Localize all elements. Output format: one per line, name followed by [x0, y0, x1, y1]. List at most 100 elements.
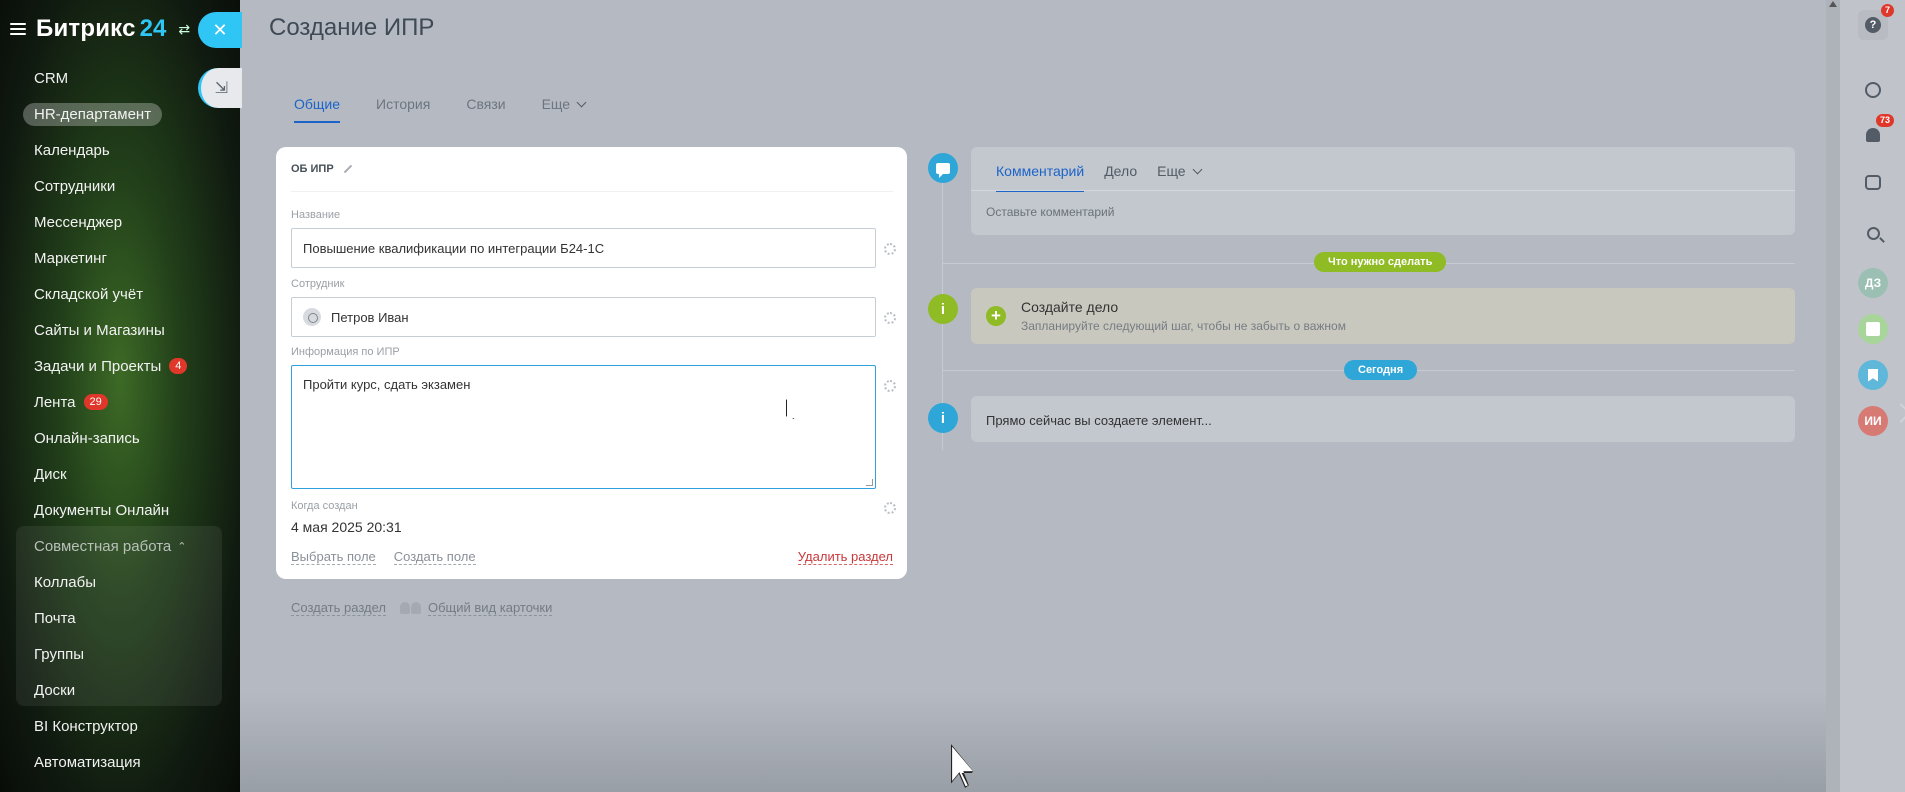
sidebar-item-label: Документы Онлайн — [34, 501, 170, 519]
resize-handle[interactable] — [866, 479, 873, 486]
copilot-button[interactable] — [1858, 75, 1888, 105]
sidebar-item-label: HR-департамент — [23, 102, 163, 126]
sidebar-item-label: Мессенджер — [34, 213, 123, 231]
sidebar-item-label: CRM — [34, 69, 69, 87]
notifications-button[interactable]: 73 — [1858, 114, 1894, 150]
chat-button[interactable] — [1858, 167, 1888, 197]
question-icon: ? — [1865, 17, 1881, 33]
tab-deal[interactable]: Дело — [1104, 163, 1137, 192]
brand-name: Битрикс — [36, 15, 136, 42]
sidebar-item-boards[interactable]: Доски — [0, 672, 240, 708]
divider — [971, 190, 1795, 191]
employee-label: Сотрудник — [291, 278, 345, 290]
tab-links[interactable]: Связи — [466, 96, 505, 123]
card-header: ОБ ИПР — [291, 163, 352, 175]
chevron-right-icon[interactable] — [1891, 403, 1905, 423]
employee-field[interactable]: Петров Иван — [291, 297, 876, 337]
chevron-up-icon: ⌃ — [177, 540, 187, 553]
tab-more-label: Еще — [541, 96, 571, 112]
divider — [291, 191, 893, 192]
gear-icon[interactable] — [884, 243, 896, 255]
brand[interactable]: Битрикс 24 ⇄ — [10, 14, 190, 44]
todo-title: Создайте дело — [1021, 299, 1119, 315]
tasks-badge: 4 — [169, 358, 188, 374]
sidebar-item-label: BI Конструктор — [34, 717, 138, 735]
ipr-card: ОБ ИПР Название Повышение квалификации п… — [276, 147, 907, 579]
name-field[interactable]: Повышение квалификации по интеграции Б24… — [291, 228, 876, 268]
tab-comment-more[interactable]: Еще — [1157, 163, 1201, 192]
sidebar-item-label: Задачи и Проекты — [34, 357, 162, 375]
sidebar-item-disk[interactable]: Диск — [0, 456, 240, 492]
sidebar-item-label: Лента — [34, 393, 76, 411]
avatar-bookmark[interactable] — [1858, 360, 1888, 390]
sidebar-group-head[interactable]: Совместная работа ⌃ — [0, 528, 240, 564]
sidebar-item-label: Складской учёт — [34, 285, 144, 303]
sidebar-item-groups[interactable]: Группы — [0, 636, 240, 672]
bell-icon — [1866, 128, 1880, 142]
sidebar-item-docs[interactable]: Документы Онлайн — [0, 492, 240, 528]
comment-input[interactable]: Оставьте комментарий — [986, 205, 1114, 219]
sidebar-item-mail[interactable]: Почта — [0, 600, 240, 636]
create-field-link[interactable]: Создать поле — [393, 549, 476, 565]
sidebar-item-label: Почта — [34, 609, 76, 627]
tab-comment[interactable]: Комментарий — [996, 163, 1085, 192]
created-value: 4 мая 2025 20:31 — [291, 519, 402, 535]
scroll-up-icon[interactable] — [1829, 1, 1837, 7]
bottom-fade — [240, 692, 1826, 792]
gear-icon[interactable] — [884, 502, 896, 514]
tab-more[interactable]: Еще — [542, 96, 586, 123]
todo-subtitle: Запланируйте следующий шаг, чтобы не заб… — [1021, 319, 1346, 333]
pencil-icon[interactable] — [342, 164, 352, 174]
timeline-info-icon: i — [928, 294, 958, 324]
sidebar-item-feed[interactable]: Лента 29 — [0, 384, 240, 420]
card-header-title: ОБ ИПР — [291, 163, 334, 175]
chat-icon — [1865, 174, 1881, 190]
plus-icon[interactable]: + — [986, 306, 1006, 326]
close-slider-button[interactable]: ✕ — [198, 12, 242, 48]
avatar-dz[interactable]: ДЗ — [1858, 268, 1888, 298]
help-button[interactable]: ? 7 — [1858, 4, 1894, 40]
comment-panel: Комментарий Дело Еще Оставьте комментари… — [971, 147, 1795, 235]
create-section-link[interactable]: Создать раздел — [291, 600, 386, 616]
sidebar-item-bi[interactable]: BI Конструктор — [0, 708, 240, 744]
employee-value: Петров Иван — [331, 309, 409, 325]
document-icon — [1866, 322, 1880, 336]
sync-icon[interactable]: ⇄ — [178, 21, 190, 38]
sidebar-item-messenger[interactable]: Мессенджер — [0, 204, 240, 240]
sidebar-item-tasks[interactable]: Задачи и Проекты 4 — [0, 348, 240, 384]
sidebar-item-sites[interactable]: Сайты и Магазины — [0, 312, 240, 348]
sidebar-item-calendar[interactable]: Календарь — [0, 132, 240, 168]
avatar-doc[interactable] — [1858, 314, 1888, 344]
tab-general[interactable]: Общие — [294, 96, 341, 123]
gear-icon[interactable] — [884, 380, 896, 392]
todo-panel[interactable]: + Создайте дело Запланируйте следующий ш… — [971, 288, 1795, 344]
sidebar-menu: CRM HR-департамент Календарь Сотрудники … — [0, 60, 240, 780]
left-sidebar: Битрикс 24 ⇄ CRM HR-департамент Календар… — [0, 0, 240, 792]
common-view-link[interactable]: Общий вид карточки — [427, 600, 553, 616]
tab-history[interactable]: История — [376, 96, 430, 123]
info-textarea[interactable]: Пройти курс, сдать экзамен — [291, 365, 876, 489]
under-card-links: Создать раздел Общий вид карточки — [291, 600, 553, 616]
sidebar-item-collabs[interactable]: Коллабы — [0, 564, 240, 600]
scrollbar[interactable] — [1826, 0, 1840, 792]
avatar-ii[interactable]: ИИ — [1858, 406, 1888, 436]
menu-burger-icon[interactable] — [10, 23, 26, 35]
gear-icon[interactable] — [884, 312, 896, 324]
sidebar-item-label: Коллабы — [34, 573, 96, 591]
minimize-slider-button[interactable]: ⇲ — [198, 68, 242, 108]
search-button[interactable] — [1858, 218, 1888, 248]
delete-section-link[interactable]: Удалить раздел — [797, 549, 893, 565]
sidebar-item-marketing[interactable]: Маркетинг — [0, 240, 240, 276]
sidebar-item-inventory[interactable]: Складской учёт — [0, 276, 240, 312]
sidebar-item-employees[interactable]: Сотрудники — [0, 168, 240, 204]
tabs: Общие История Связи Еще — [294, 96, 585, 123]
bell-badge: 73 — [1875, 114, 1894, 127]
sidebar-item-label: Маркетинг — [34, 249, 107, 267]
select-field-link[interactable]: Выбрать поле — [291, 549, 376, 565]
sidebar-item-label: Доски — [34, 681, 76, 699]
slider-panel: Создание ИПР Общие История Связи Еще ОБ … — [240, 0, 1826, 792]
now-panel: Прямо сейчас вы создаете элемент... — [971, 396, 1795, 442]
tab-comment-more-label: Еще — [1157, 163, 1186, 179]
sidebar-item-booking[interactable]: Онлайн-запись — [0, 420, 240, 456]
sidebar-item-automation[interactable]: Автоматизация — [0, 744, 240, 780]
